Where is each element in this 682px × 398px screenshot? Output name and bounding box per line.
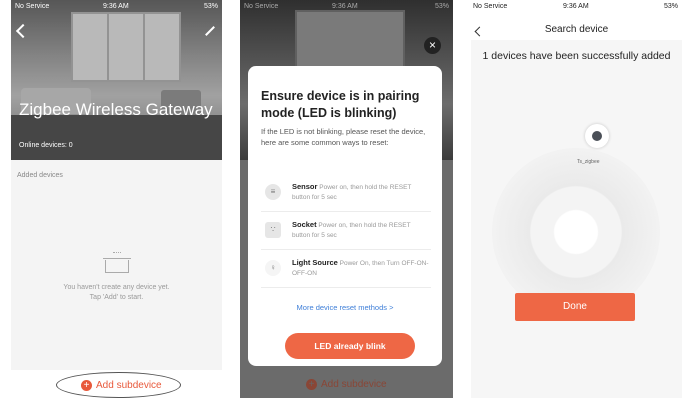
battery-label: 53%	[434, 3, 449, 10]
method-name: Sensor	[292, 182, 318, 191]
method-name: Socket	[292, 220, 317, 229]
gateway-hero-image: No Service 9:36 AM 53% Zigbee Wireless G…	[11, 0, 222, 160]
page-title: Search device	[544, 24, 609, 35]
add-subdevice-button[interactable]: + Add subdevice	[81, 380, 162, 391]
status-bar: No Service 9:36 AM 53%	[240, 0, 453, 14]
added-status-message: 1 devices have been successfully added	[482, 50, 671, 62]
method-name: Light Source	[292, 258, 338, 267]
battery-label: 53%	[663, 3, 678, 10]
gateway-title: Zigbee Wireless Gateway	[19, 100, 213, 119]
found-device-icon[interactable]	[585, 124, 609, 148]
empty-line-1: You haven't create any device yet.	[63, 284, 170, 291]
online-devices-count: Online devices: 0	[19, 142, 73, 149]
carrier-label: No Service	[473, 3, 508, 10]
sensor-icon: ≡	[265, 184, 281, 200]
battery-label: 53%	[203, 3, 218, 10]
close-icon[interactable]: ×	[424, 37, 441, 54]
carrier-label: No Service	[244, 3, 279, 10]
led-already-blink-button[interactable]: LED already blink	[285, 333, 415, 359]
reset-method-socket: ∵ Socket Power on, then hold the RESET b…	[261, 216, 431, 250]
add-subdevice-button: + Add subdevice	[306, 379, 387, 390]
nav-header: No Service 9:36 AM 53% Search device	[471, 0, 682, 40]
done-button[interactable]: Done	[515, 293, 635, 321]
clock: 9:36 AM	[103, 3, 129, 10]
clock: 9:36 AM	[332, 3, 358, 10]
status-bar: No Service 9:36 AM 53%	[11, 0, 222, 14]
search-device-screen: No Service 9:36 AM 53% Search device 1 d…	[471, 0, 682, 398]
carrier-label: No Service	[15, 3, 50, 10]
bulb-icon: ♀	[265, 260, 281, 276]
reset-method-sensor: ≡ Sensor Power on, then hold the RESET b…	[261, 178, 431, 212]
added-devices-heading: Added devices	[17, 172, 63, 179]
found-device-name: Ts_zigbee	[577, 159, 600, 165]
pairing-dialog-screen: No Service 9:36 AM 53% × Ensure device i…	[240, 0, 453, 398]
dialog-description: If the LED is not blinking, please reset…	[261, 127, 426, 147]
add-subdevice-label: Add subdevice	[321, 379, 387, 390]
more-reset-methods-link[interactable]: More device reset methods >	[248, 303, 442, 312]
search-radar	[492, 148, 660, 316]
dialog-title: Ensure device is in pairing mode (LED is…	[261, 89, 420, 120]
gateway-screen: No Service 9:36 AM 53% Zigbee Wireless G…	[11, 0, 222, 398]
empty-state-message: You haven't create any device yet. Tap '…	[11, 283, 222, 303]
plus-icon: +	[81, 380, 92, 391]
pairing-dialog: Ensure device is in pairing mode (LED is…	[248, 66, 442, 366]
plus-icon: +	[306, 379, 317, 390]
empty-box-icon	[103, 252, 131, 274]
add-subdevice-label: Add subdevice	[96, 380, 162, 391]
clock: 9:36 AM	[563, 3, 589, 10]
socket-icon: ∵	[265, 222, 281, 238]
empty-line-2: Tap 'Add' to start.	[89, 294, 144, 301]
reset-method-light: ♀ Light Source Power On, then Turn OFF-O…	[261, 254, 431, 288]
